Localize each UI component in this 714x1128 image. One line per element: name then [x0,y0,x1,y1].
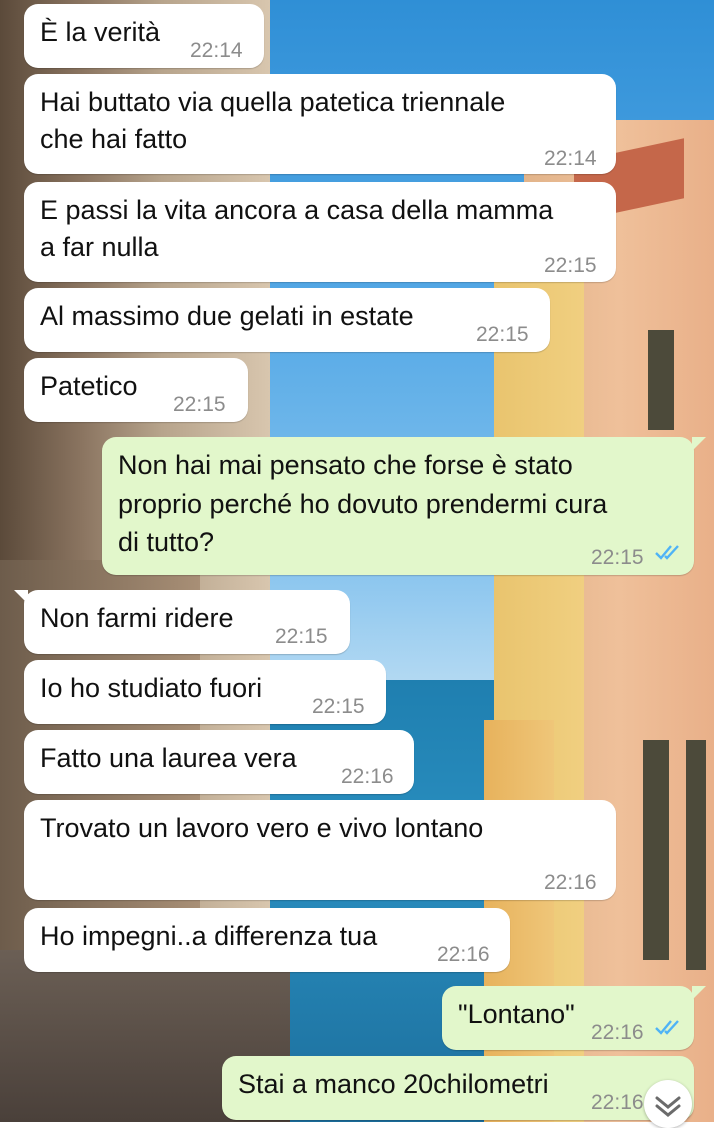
scroll-to-bottom-button[interactable] [644,1080,692,1128]
message-text: Io ho studiato fuori [40,673,263,703]
message-text: di tutto? [118,527,215,557]
message-text: Non farmi ridere [40,603,234,633]
message-timestamp: 22:16 [591,1021,644,1044]
message-timestamp: 22:14 [190,39,243,62]
message-text: È la verità [40,17,161,47]
message-incoming[interactable]: Trovato un lavoro vero e vivo lontano 22… [24,800,616,900]
message-timestamp: 22:15 [312,695,365,718]
message-timestamp: 22:15 [173,393,226,416]
message-incoming[interactable]: Io ho studiato fuori 22:15 [24,660,386,724]
message-incoming[interactable]: Patetico 22:15 [24,358,248,422]
message-incoming[interactable]: Non farmi ridere 22:15 [14,590,350,654]
message-timestamp: 22:16 [544,871,597,894]
message-text: E passi la vita ancora a casa della mamm… [40,195,554,225]
bubble-tail [692,437,706,451]
bubble-tail [692,986,706,1000]
message-incoming[interactable]: È la verità 22:14 [24,4,264,68]
message-text: Hai buttato via quella patetica triennal… [40,87,506,117]
message-timestamp: 22:14 [544,147,597,170]
message-text: Stai a manco 20chilometri [238,1069,549,1099]
double-check-icon [655,1020,679,1035]
bubble-tail [14,590,28,604]
message-timestamp: 22:15 [476,323,529,346]
message-text: Patetico [40,371,138,401]
message-text: Ho impegni..a differenza tua [40,921,378,951]
message-incoming[interactable]: Ho impegni..a differenza tua 22:16 [24,908,510,972]
message-timestamp: 22:15 [591,546,644,569]
message-timestamp: 22:16 [437,943,490,966]
message-timestamp: 22:16 [591,1091,644,1114]
message-incoming[interactable]: E passi la vita ancora a casa della mamm… [24,182,616,282]
message-outgoing[interactable]: "Lontano" 22:16 [442,986,706,1050]
message-outgoing[interactable]: Stai a manco 20chilometri 22:16 [222,1056,694,1120]
message-text: Trovato un lavoro vero e vivo lontano [40,813,484,843]
message-text: Al massimo due gelati in estate [40,301,414,331]
message-text: proprio perché ho dovuto prendermi cura [118,489,608,519]
message-text: a far nulla [40,232,159,262]
message-incoming[interactable]: Fatto una laurea vera 22:16 [24,730,414,794]
double-chevron-down-icon [655,1096,681,1117]
message-text: che hai fatto [40,124,188,154]
message-timestamp: 22:15 [275,625,328,648]
message-outgoing[interactable]: Non hai mai pensato che forse è stato pr… [102,437,706,575]
message-timestamp: 22:15 [544,254,597,277]
message-incoming[interactable]: Hai buttato via quella patetica triennal… [24,74,616,174]
message-incoming[interactable]: Al massimo due gelati in estate 22:15 [24,288,550,352]
message-text: "Lontano" [458,999,575,1029]
message-timestamp: 22:16 [341,765,394,788]
message-text: Fatto una laurea vera [40,743,297,773]
message-text: Non hai mai pensato che forse è stato [118,450,573,480]
double-check-icon [655,545,679,560]
